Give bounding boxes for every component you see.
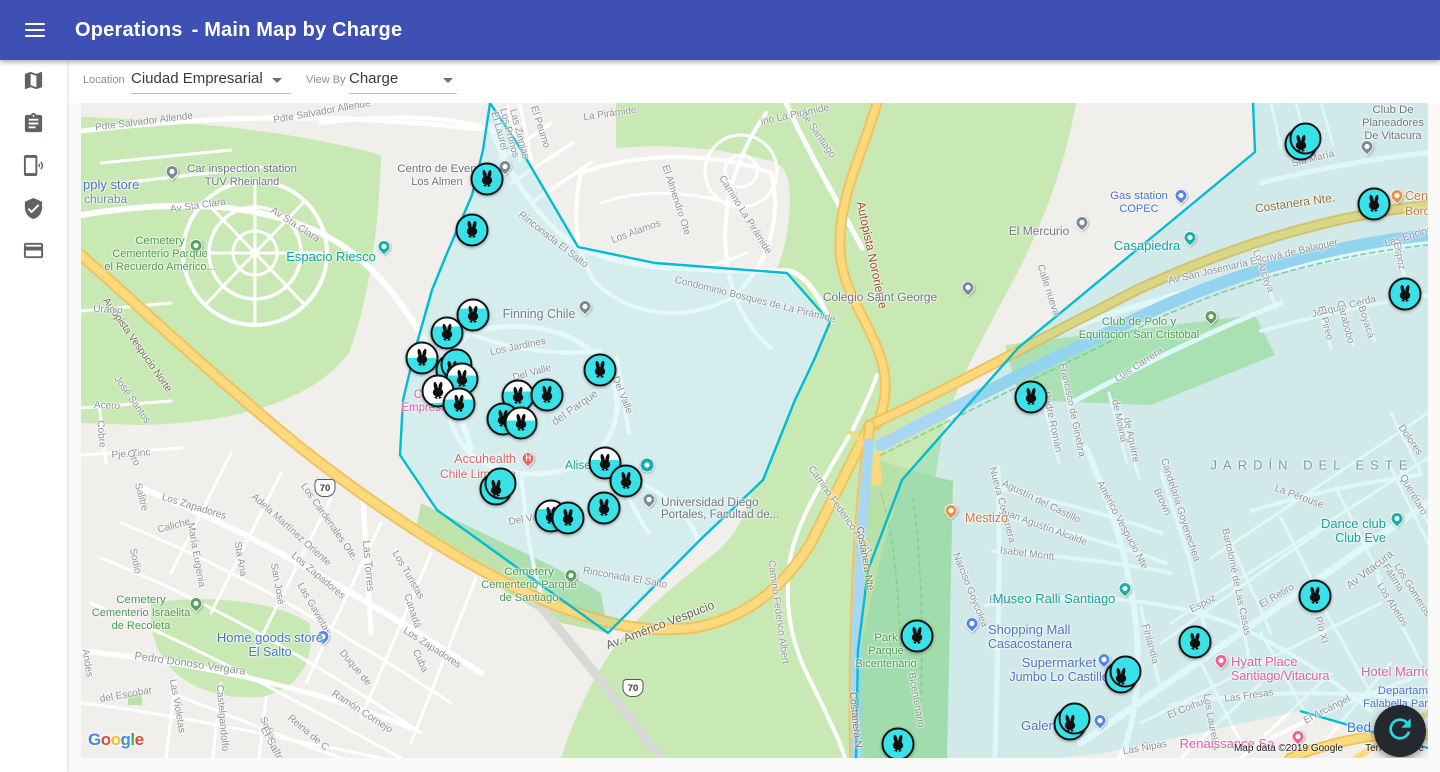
sidebar-item-map[interactable] (0, 62, 67, 105)
vehicle-marker[interactable] (456, 214, 489, 247)
viewby-label: View By (306, 74, 346, 86)
sidebar-item-security[interactable] (0, 190, 67, 233)
vehicle-marker[interactable] (480, 473, 513, 506)
vehicle-marker[interactable] (610, 465, 643, 498)
vehicle-marker[interactable] (1389, 278, 1422, 311)
vehicle-marker[interactable] (1015, 381, 1048, 414)
vehicle-marker[interactable] (588, 492, 621, 525)
location-dropdown-arrow-icon[interactable] (272, 78, 282, 83)
vehicle-marker[interactable] (505, 407, 538, 440)
sidebar-item-tasks[interactable] (0, 105, 67, 148)
viewby-dropdown-arrow-icon[interactable] (443, 78, 453, 83)
vehicle-marker[interactable] (1358, 188, 1391, 221)
vehicle-marker[interactable] (1299, 580, 1332, 613)
vehicle-marker[interactable] (901, 620, 934, 653)
page-title: Operations- Main Map by Charge (75, 19, 402, 42)
vehicle-marker[interactable] (431, 317, 464, 350)
sidebar-item-devices[interactable] (0, 147, 67, 190)
side-nav (0, 60, 67, 772)
poi-pin-icon (640, 458, 655, 473)
clipboard-icon (22, 112, 45, 140)
vehicle-marker[interactable] (531, 379, 564, 412)
card-icon (22, 239, 45, 267)
location-select[interactable]: Ciudad Empresarial (131, 70, 263, 87)
viewby-select[interactable]: Charge (349, 70, 398, 87)
refresh-button[interactable] (1374, 705, 1426, 757)
filter-toolbar: Location Ciudad Empresarial View By Char… (67, 60, 1440, 103)
sidebar-item-billing[interactable] (0, 232, 67, 275)
vehicle-marker[interactable] (552, 502, 585, 535)
vehicle-marker[interactable] (584, 354, 617, 387)
device-ring-icon (22, 154, 45, 182)
app-bar: Operations- Main Map by Charge (0, 0, 1440, 60)
menu-icon[interactable] (25, 19, 45, 41)
vehicle-marker[interactable] (406, 342, 439, 375)
map-canvas[interactable]: Pdte Salvador AllendePdte Salvador Allen… (81, 103, 1428, 758)
vehicle-marker[interactable] (1105, 661, 1138, 694)
shield-check-icon (22, 197, 45, 225)
location-label: Location (83, 74, 125, 86)
map-icon (22, 69, 45, 97)
vehicle-marker[interactable] (882, 728, 915, 759)
vehicle-marker[interactable] (443, 388, 476, 421)
vehicle-marker[interactable] (471, 163, 504, 196)
attribution-text: Map data ©2019 Google (1234, 743, 1343, 754)
vehicle-marker[interactable] (1179, 626, 1212, 659)
vehicle-marker[interactable] (1285, 128, 1318, 161)
vehicle-marker[interactable] (1054, 708, 1087, 741)
refresh-icon (1384, 713, 1416, 750)
